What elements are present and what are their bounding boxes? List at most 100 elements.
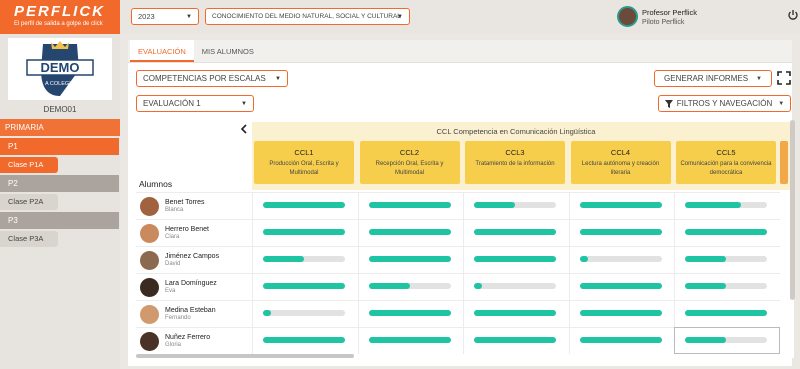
progress-cell[interactable] (674, 327, 780, 354)
power-icon[interactable] (787, 9, 799, 21)
group-p1[interactable]: P1 (0, 138, 119, 155)
progress-bar-fill (368, 283, 410, 289)
student-row[interactable]: Lara Domínguez Eva (136, 273, 252, 300)
progress-cell[interactable] (252, 219, 358, 246)
progress-bar-fill (579, 283, 662, 289)
year-select[interactable]: 2023 ▼ (131, 8, 199, 25)
progress-cell[interactable] (357, 219, 463, 246)
topbar: 2023 ▼ CONOCIMIENTO DEL MEDIO NATURAL, S… (120, 0, 800, 34)
progress-cell[interactable] (568, 219, 674, 246)
chevron-down-icon: ▼ (186, 13, 192, 20)
student-first-name: Gloria (165, 342, 182, 348)
class-p2a[interactable]: Clase P2A (0, 194, 58, 210)
logo[interactable]: PERFLICK El perfil de salida a golpe de … (0, 0, 120, 34)
progress-bar (685, 256, 767, 262)
tab-bar: EVALUACIÓN MIS ALUMNOS (128, 40, 792, 63)
progress-bar-fill (685, 229, 767, 235)
student-first-name: Fernando (165, 315, 191, 321)
progress-cell[interactable] (357, 192, 463, 219)
progress-cell[interactable] (568, 327, 674, 354)
tab-evaluacion[interactable]: EVALUACIÓN (130, 40, 194, 62)
progress-cell[interactable] (463, 192, 569, 219)
progress-bar (474, 310, 556, 316)
competence-header: CCL Competencia en Comunicación Lingüíst… (252, 122, 794, 190)
progress-cell[interactable] (252, 300, 358, 327)
competence-card-partial (780, 141, 788, 184)
progress-cell[interactable] (568, 192, 674, 219)
fullscreen-icon[interactable] (777, 71, 791, 85)
progress-cell[interactable] (674, 219, 780, 246)
progress-bar (368, 256, 451, 262)
user-name: Profesor Perflick (642, 7, 698, 17)
competence-code: CCL1 (294, 148, 314, 157)
student-row[interactable]: Jiménez Campos David (136, 246, 252, 273)
student-row[interactable]: Benet Torres Blanca (136, 192, 252, 219)
progress-bar (579, 202, 662, 208)
progress-bar (474, 283, 556, 289)
progress-cell[interactable] (357, 327, 463, 354)
view-select[interactable]: COMPETENCIAS POR ESCALAS ▼ (136, 70, 288, 87)
class-p1a[interactable]: Clase P1A (0, 157, 58, 173)
progress-cell[interactable] (357, 246, 463, 273)
vertical-scrollbar[interactable] (790, 120, 795, 300)
chevron-left-icon[interactable] (240, 124, 248, 134)
year-value: 2023 (138, 12, 155, 21)
logo-tagline: El perfil de salida a golpe de click (14, 21, 103, 27)
progress-cell[interactable] (463, 219, 569, 246)
chevron-down-icon: ▼ (275, 75, 281, 82)
group-p3[interactable]: P3 (0, 212, 119, 229)
progress-cell[interactable] (674, 192, 780, 219)
progress-bar (263, 283, 345, 289)
horizontal-scrollbar[interactable] (136, 354, 354, 358)
progress-cell[interactable] (463, 327, 569, 354)
progress-bar (263, 202, 345, 208)
progress-cell[interactable] (674, 273, 780, 300)
progress-bar-fill (263, 229, 345, 235)
filters-navigation-button[interactable]: FILTROS Y NAVEGACIÓN ▼ (658, 95, 791, 112)
student-row[interactable]: Herrero Benet Clara (136, 219, 252, 246)
competence-card-ccl5[interactable]: CCL5 Comunicación para la convivencia dem… (676, 141, 776, 184)
group-p2[interactable]: P2 (0, 175, 119, 192)
progress-cell[interactable] (568, 273, 674, 300)
progress-cell[interactable] (357, 300, 463, 327)
class-p3a[interactable]: Clase P3A (0, 231, 58, 247)
progress-cell[interactable] (568, 246, 674, 273)
progress-cell[interactable] (463, 246, 569, 273)
progress-cell[interactable] (674, 246, 780, 273)
tab-mis-alumnos[interactable]: MIS ALUMNOS (194, 40, 262, 62)
svg-text:A COLEGIO: A COLEGIO (45, 81, 76, 87)
avatar (140, 277, 159, 297)
progress-cell[interactable] (568, 300, 674, 327)
stage-primaria[interactable]: PRIMARIA (0, 119, 120, 136)
student-row[interactable]: Nuñez Ferrero Gloria (136, 327, 252, 354)
progress-cell[interactable] (357, 273, 463, 300)
competence-description: Comunicación para la convivencia democrá… (680, 161, 772, 176)
student-first-name: Eva (165, 288, 176, 294)
progress-cell[interactable] (252, 327, 358, 354)
subject-value: CONOCIMIENTO DEL MEDIO NATURAL, SOCIAL Y… (212, 13, 401, 20)
competence-card-ccl2[interactable]: CCL2 Recepción Oral, Escrita y Multimodal (359, 141, 460, 184)
subject-select[interactable]: CONOCIMIENTO DEL MEDIO NATURAL, SOCIAL Y… (205, 8, 410, 25)
competence-card-ccl1[interactable]: CCL1 Producción Oral, Escrita y Multimoda… (254, 141, 354, 184)
avatar (140, 304, 159, 324)
competence-card-ccl4[interactable]: CCL4 Lectura autónoma y creación literari… (570, 141, 671, 184)
progress-cell[interactable] (674, 300, 780, 327)
progress-cell[interactable] (463, 300, 569, 327)
evaluation-select[interactable]: EVALUACIÓN 1 ▼ (136, 95, 254, 112)
competence-code: CCL2 (399, 148, 420, 157)
competence-card-ccl3[interactable]: CCL3 Tratamiento de la información (465, 141, 565, 184)
svg-text:DEMO: DEMO (41, 60, 80, 75)
progress-bar-fill (579, 229, 662, 235)
user-profile[interactable]: Profesor Perflick Piloto Perflick (617, 6, 697, 27)
student-name: Herrero Benet (165, 226, 209, 233)
progress-cell[interactable] (252, 273, 358, 300)
progress-bar-fill (579, 202, 662, 208)
progress-bar (474, 256, 556, 262)
student-row[interactable]: Medina Esteban Fernando (136, 300, 252, 327)
progress-cell[interactable] (252, 192, 358, 219)
generate-reports-button[interactable]: GENERAR INFORMES ▼ (654, 70, 772, 87)
progress-cell[interactable] (463, 273, 569, 300)
students-header: Alumnos (139, 179, 173, 189)
chevron-down-icon: ▼ (241, 100, 247, 107)
progress-cell[interactable] (252, 246, 358, 273)
